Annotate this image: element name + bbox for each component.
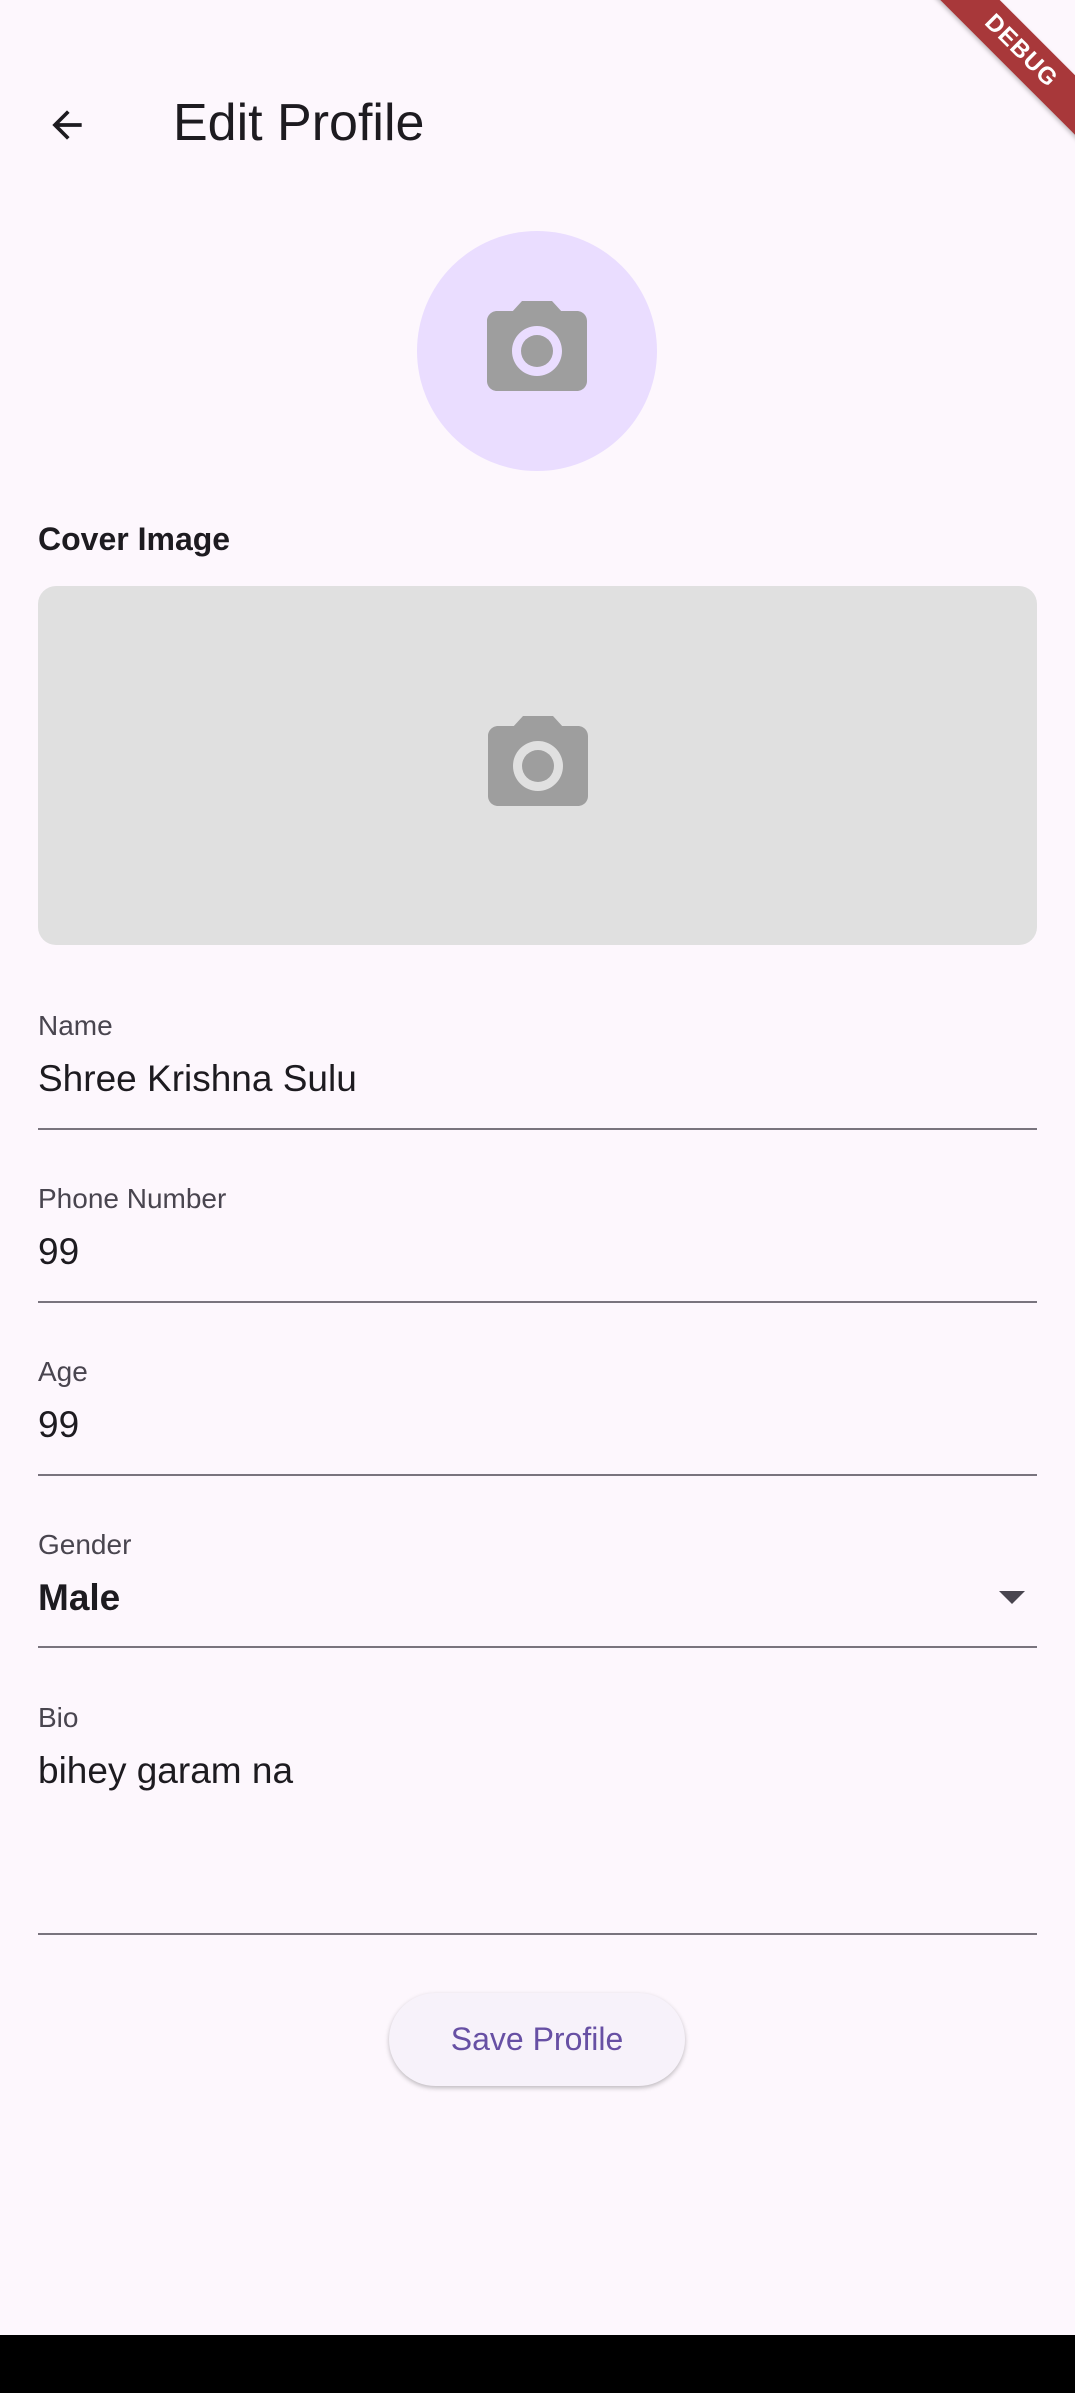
page-title: Edit Profile (173, 94, 425, 152)
age-value: 99 (38, 1404, 80, 1445)
gender-label: Gender (38, 1529, 132, 1560)
system-navigation-bar (0, 2335, 1075, 2393)
gender-dropdown[interactable]: Gender Male (38, 1529, 1037, 1648)
bio-label: Bio (38, 1702, 79, 1733)
bio-value: bihey garam na (38, 1750, 294, 1791)
name-label: Name (38, 1010, 113, 1041)
name-value: Shree Krishna Sulu (38, 1058, 357, 1099)
age-field[interactable]: Age 99 (38, 1356, 1037, 1476)
age-label: Age (38, 1356, 88, 1387)
phone-number-value: 99 (38, 1231, 80, 1272)
dropdown-arrow-icon (999, 1591, 1025, 1604)
save-profile-button[interactable]: Save Profile (389, 1993, 685, 2086)
cover-image-label: Cover Image (38, 521, 231, 557)
arrow-back-icon (52, 110, 82, 140)
phone-number-field[interactable]: Phone Number 99 (38, 1183, 1037, 1303)
debug-banner-label: DEBUG (925, 0, 1075, 150)
cover-image-picker[interactable] (38, 586, 1037, 945)
app-bar: Edit Profile (0, 0, 1075, 245)
bio-field[interactable]: Bio bihey garam na (38, 1702, 1037, 1935)
camera-icon (487, 715, 588, 806)
back-button[interactable] (22, 80, 112, 170)
gender-value: Male (38, 1577, 121, 1618)
camera-icon (487, 301, 587, 391)
name-field[interactable]: Name Shree Krishna Sulu (38, 1010, 1037, 1130)
profile-avatar-picker[interactable] (417, 231, 657, 471)
debug-banner: DEBUG (925, 0, 1075, 150)
phone-number-label: Phone Number (38, 1183, 227, 1214)
